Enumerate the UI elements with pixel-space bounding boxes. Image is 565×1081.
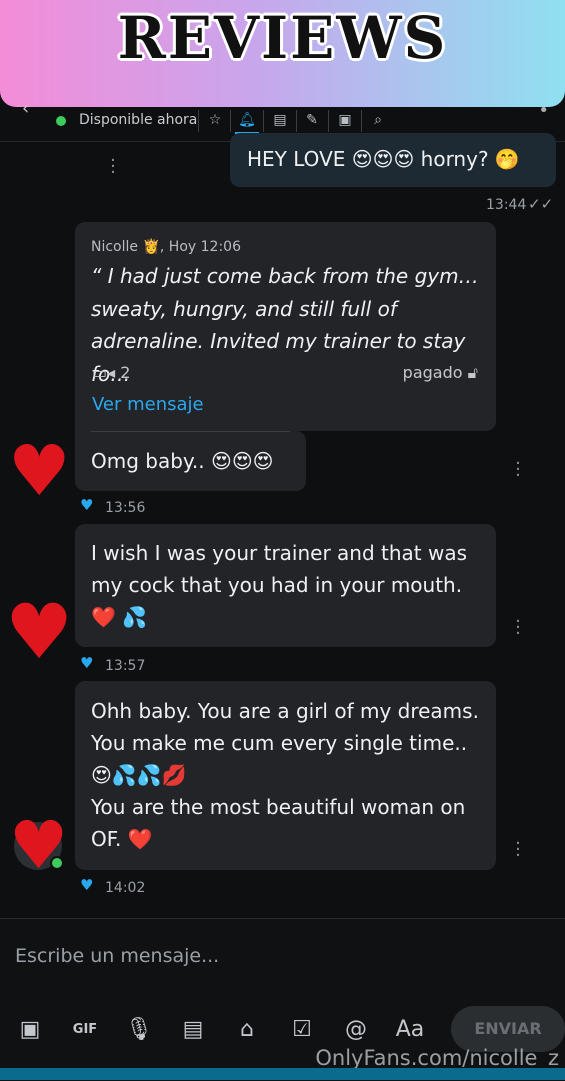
liked-heart-icon[interactable]: ♥ (80, 496, 93, 514)
message-options-icon[interactable]: · · · (110, 152, 116, 182)
outgoing-message-text: HEY LOVE 😍😍😍 horny? 🤭 (247, 147, 520, 171)
quote-author: Nicolle 👸 (91, 239, 160, 255)
availability-status: Disponible ahora (79, 112, 198, 128)
reply-3-time: 14:02 (105, 880, 146, 896)
toolbar-divider (263, 110, 264, 132)
pin-icon[interactable]: ✎ (300, 112, 324, 128)
video-count-value: 2 (120, 363, 131, 382)
mention-icon[interactable]: @ (341, 1015, 371, 1045)
toolbar-divider (328, 110, 329, 132)
reply-1-text: Omg baby.. 😍😍😍 (91, 449, 274, 473)
message-options-icon[interactable]: · · · (515, 835, 521, 865)
reply-3-line-4: You are the most beautiful woman on (91, 795, 466, 819)
note-icon[interactable]: ▤ (268, 112, 292, 128)
quoted-message-card[interactable]: Nicolle 👸, Hoy 12:06 “ I had just come b… (75, 222, 496, 431)
star-icon[interactable]: ☆ (203, 112, 227, 128)
paid-label: pagado (402, 363, 463, 382)
message-options-icon[interactable]: · · · (515, 613, 521, 643)
quote-header: Nicolle 👸, Hoy 12:06 (91, 239, 241, 255)
reply-3-line-2: You make me cum every single time.. (91, 731, 468, 755)
unlock-icon: 🔓︎ (467, 363, 478, 382)
online-status-dot (56, 116, 66, 126)
outgoing-time: 13:44 (486, 197, 527, 213)
liked-heart-icon[interactable]: ♥ (80, 654, 93, 672)
schedule-icon[interactable]: ☑ (287, 1015, 317, 1045)
quote-date: , Hoy 12:06 (159, 239, 241, 255)
reply-2-text: I wish I was your trainer and that was m… (91, 541, 468, 629)
watermark: OnlyFans.com/nicolle_z (315, 1046, 559, 1070)
reply-divider (91, 431, 290, 432)
back-arrow-icon[interactable]: ‹ (22, 98, 29, 119)
message-input[interactable]: Escribe un mensaje... (15, 945, 219, 967)
more-options-icon[interactable]: • (538, 100, 549, 121)
search-icon[interactable]: ⌕ (366, 112, 390, 128)
view-message-link[interactable]: Ver mensaje (92, 394, 204, 415)
image-icon[interactable]: ▣ (333, 112, 357, 128)
heart-sticker-icon: ♥ (8, 430, 71, 512)
reply-3-line-1: Ohh baby. You are a girl of my dreams. (91, 699, 479, 723)
bottom-bar (0, 1068, 565, 1080)
microphone-icon[interactable]: 🎙︎ (124, 1015, 154, 1045)
toolbar-divider (361, 110, 362, 132)
reply-message-3: Ohh baby. You are a girl of my dreams. Y… (75, 681, 496, 870)
reply-message-1: Omg baby.. 😍😍😍 (75, 431, 306, 491)
reply-2-time: 13:57 (105, 658, 146, 674)
reply-1-time: 13:56 (105, 500, 146, 516)
video-count: ▭◂ 2 (92, 363, 130, 382)
price-tag-icon[interactable]: ⌂ (232, 1015, 262, 1045)
video-icon: ▭◂ (92, 363, 116, 382)
toolbar-divider (198, 110, 199, 132)
font-icon[interactable]: Aa (395, 1015, 425, 1045)
image-upload-icon[interactable]: ▣ (15, 1015, 45, 1045)
bell-icon[interactable]: 🔔︎ (235, 112, 259, 134)
outgoing-message: HEY LOVE 😍😍😍 horny? 🤭 (230, 133, 556, 187)
liked-heart-icon[interactable]: ♥ (80, 876, 93, 894)
read-check-icon: ✓✓ (528, 195, 554, 213)
vault-icon[interactable]: ▤ (178, 1015, 208, 1045)
avatar-online-dot (50, 856, 64, 870)
heart-sticker-icon: ♥ (5, 587, 74, 676)
message-options-icon[interactable]: · · · (515, 455, 521, 485)
gif-icon[interactable]: GIF (70, 1015, 100, 1045)
paid-status: pagado 🔓︎ (403, 363, 478, 383)
banner-title: REVIEWS (117, 4, 448, 72)
toolbar-divider (230, 110, 231, 132)
reply-3-line-3: 😍💦💦💋 (91, 763, 187, 787)
toolbar-divider (296, 110, 297, 132)
reply-message-2: I wish I was your trainer and that was m… (75, 524, 496, 647)
reply-3-line-5: OF. ❤️ (91, 827, 153, 851)
